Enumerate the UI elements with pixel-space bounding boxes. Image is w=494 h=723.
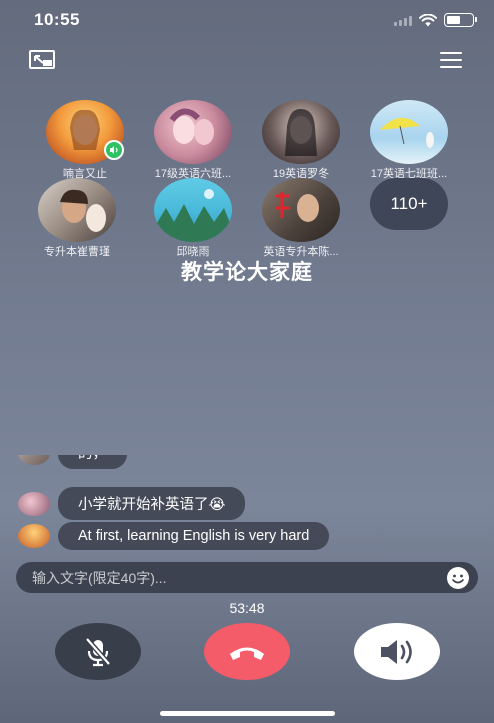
speaker-icon xyxy=(381,639,412,664)
avatar xyxy=(154,100,232,164)
avatar xyxy=(370,100,448,164)
menu-icon[interactable] xyxy=(436,48,466,72)
emoji-icon[interactable] xyxy=(446,566,470,590)
group-title: 教学论大家庭 xyxy=(181,261,313,284)
member-tile[interactable]: 17级英语六班... xyxy=(139,100,247,181)
avatar xyxy=(38,178,116,242)
member-tile[interactable]: 英语专升本陈... xyxy=(247,178,355,259)
member-tile[interactable]: 喃言又止 xyxy=(31,100,139,181)
status-time: 10:55 xyxy=(34,10,80,29)
chat-bubble: 小学就开始补英语了😭 xyxy=(58,487,246,520)
call-timer: 53:48 xyxy=(229,600,265,616)
picture-in-picture-icon[interactable] xyxy=(28,48,58,72)
member-tile[interactable]: 17英语七班班... xyxy=(355,100,463,181)
member-tile[interactable]: 专升本崔曹瑾 xyxy=(23,178,131,259)
status-icons xyxy=(394,13,477,27)
mic-off-icon xyxy=(85,636,111,666)
avatar xyxy=(262,178,340,242)
avatar xyxy=(18,455,50,465)
status-bar: 10:55 xyxy=(0,0,494,40)
avatar xyxy=(18,491,50,516)
speaking-indicator-icon xyxy=(104,140,124,160)
cellular-signal-icon xyxy=(394,14,412,26)
more-members-button[interactable]: 110+ xyxy=(355,178,463,230)
avatar xyxy=(154,178,232,242)
more-members-count: 110+ xyxy=(370,178,448,230)
home-indicator[interactable] xyxy=(160,711,335,716)
avatar xyxy=(18,524,50,548)
hang-up-icon xyxy=(230,647,264,660)
member-tile[interactable]: 邱晓雨 xyxy=(139,178,247,259)
avatar xyxy=(262,100,340,164)
chat-bubble: At first, learning English is very hard xyxy=(58,522,330,550)
speaker-button[interactable] xyxy=(354,623,440,680)
wifi-icon xyxy=(419,13,437,26)
battery-icon xyxy=(444,13,477,27)
chat-bubble: 的， xyxy=(58,455,127,469)
mute-button[interactable] xyxy=(55,623,141,680)
message-input[interactable] xyxy=(32,562,432,593)
hang-up-button[interactable] xyxy=(204,623,290,680)
chat-message: 小学就开始补英语了😭 xyxy=(18,487,246,520)
chat-message: At first, learning English is very hard xyxy=(18,522,330,550)
chat-message: 的， xyxy=(18,455,127,469)
message-input-bar xyxy=(16,562,478,593)
chat-list: 的， 小学就开始补英语了😭 At first, learning English… xyxy=(18,455,478,558)
member-tile[interactable]: 19英语罗冬 xyxy=(247,100,355,181)
